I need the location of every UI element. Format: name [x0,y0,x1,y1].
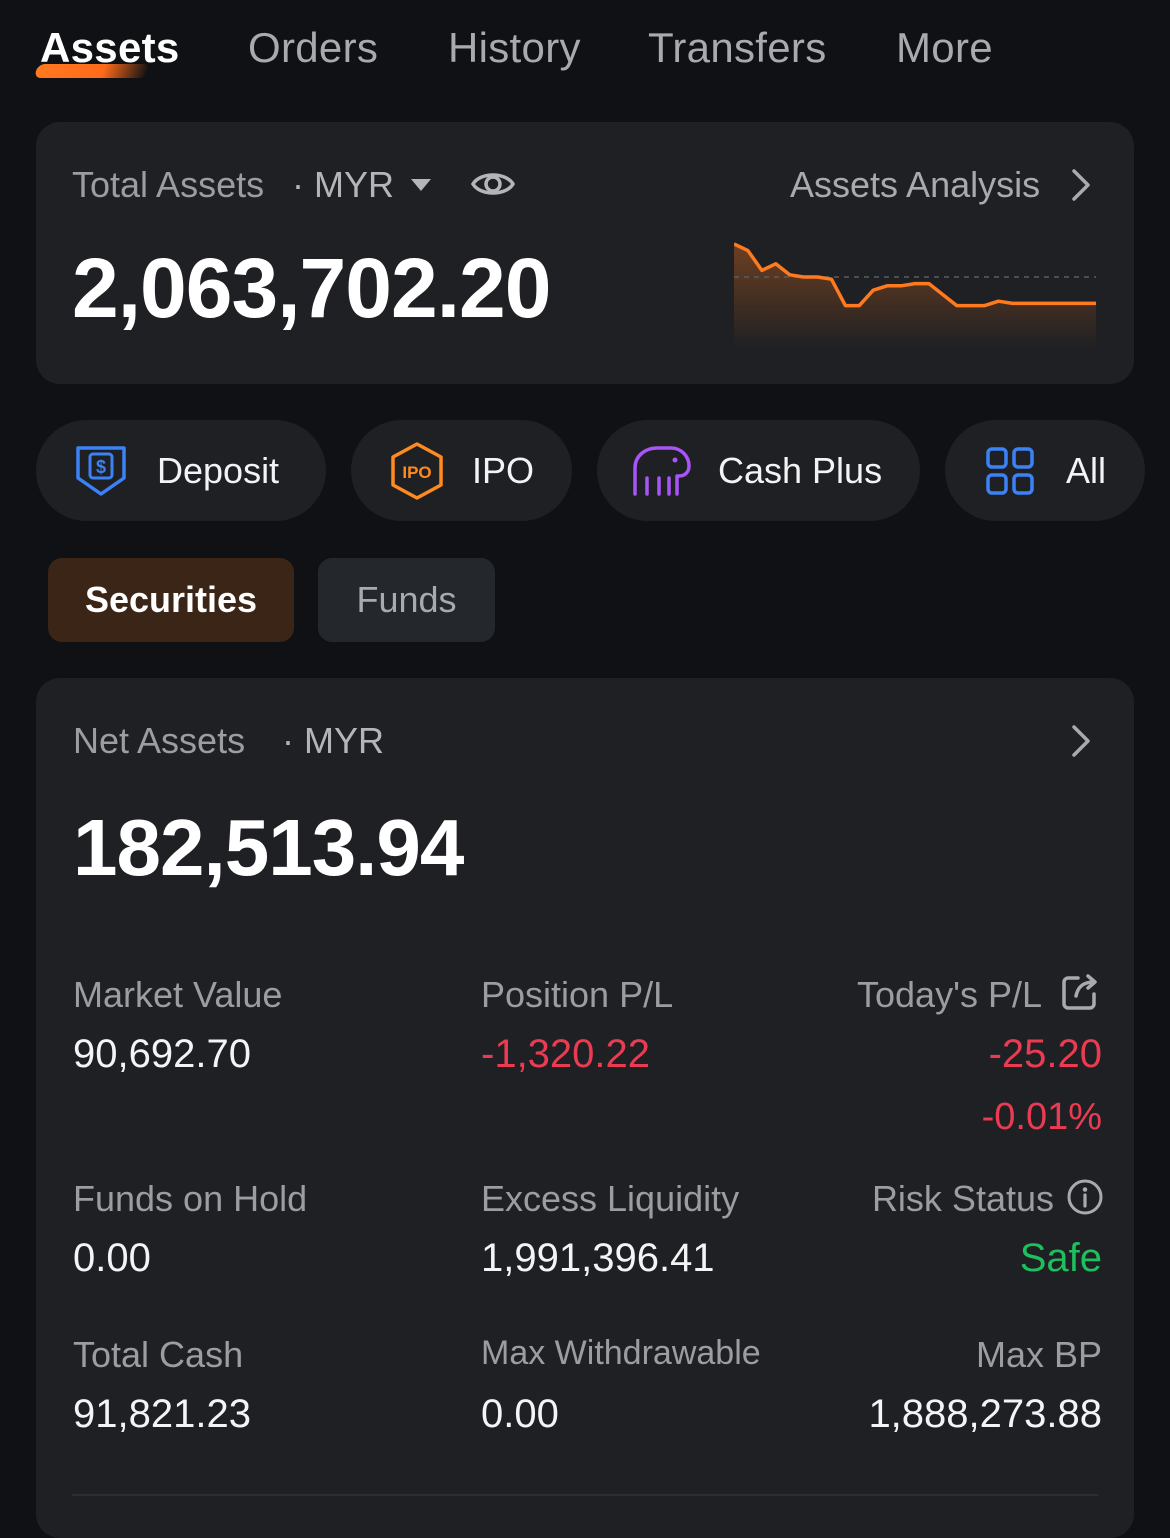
svg-text:IPO: IPO [402,463,431,482]
segment-funds[interactable]: Funds [318,558,495,642]
ipo-label: IPO [472,450,535,491]
svg-text:$: $ [96,457,106,477]
chevron-right-icon[interactable] [1070,168,1092,202]
total-assets-label: Total Assets [72,164,265,205]
total-assets-value: 2,063,702.20 [72,241,551,335]
net-assets-label: Net Assets [73,720,246,761]
max-withdrawable-value: 0.00 [481,1392,559,1436]
total-assets-card: Total Assets · MYR Assets Analysis 2,063… [36,122,1134,384]
market-value-value: 90,692.70 [73,1032,251,1076]
funds-on-hold-label: Funds on Hold [73,1178,308,1219]
cash-plus-label: Cash Plus [718,450,883,491]
risk-status-value: Safe [1019,1236,1102,1280]
funds-on-hold-value: 0.00 [73,1236,151,1280]
sparkline-area [734,244,1096,348]
total-cash-label: Total Cash [73,1334,244,1375]
todays-pl-label: Today's P/L [857,974,1042,1015]
tab-transfers[interactable]: Transfers [648,24,827,72]
cash-plus-button[interactable]: Cash Plus [597,420,920,521]
tab-assets[interactable]: Assets [40,24,180,72]
segment-securities[interactable]: Securities [48,558,294,642]
deposit-button[interactable]: $ Deposit [36,420,326,521]
net-assets-value: 182,513.94 [73,803,464,892]
position-pl-value: -1,320.22 [481,1032,651,1076]
tab-history[interactable]: History [448,24,581,72]
ipo-icon: IPO [391,442,443,500]
caret-down-icon[interactable] [410,178,432,192]
excess-liquidity-label: Excess Liquidity [481,1178,740,1219]
share-icon[interactable] [1060,972,1100,1012]
eye-icon[interactable] [470,164,516,204]
net-assets-chevron-right-icon[interactable] [1070,724,1092,758]
section-divider [72,1494,1098,1496]
todays-pl-value: -25.20 [988,1032,1102,1076]
all-services-button[interactable]: All [945,420,1145,521]
deposit-icon: $ [76,446,126,496]
risk-status-label: Risk Status [871,1178,1054,1219]
max-bp-value: 1,888,273.88 [868,1392,1102,1436]
tab-more[interactable]: More [896,24,993,72]
info-icon[interactable] [1066,1178,1104,1216]
net-assets-card: Net Assets · MYR 182,513.94 Market Value… [36,678,1134,1538]
currency-selector[interactable]: · MYR [292,164,394,206]
tab-orders[interactable]: Orders [248,24,378,72]
deposit-label: Deposit [157,450,280,491]
max-withdrawable-label: Max Withdrawable [481,1334,761,1372]
position-pl-label: Position P/L [481,974,674,1015]
total-cash-value: 91,821.23 [73,1392,251,1436]
todays-pl-percent: -0.01% [981,1096,1102,1138]
max-bp-label: Max BP [975,1334,1102,1375]
all-label: All [1066,450,1107,491]
assets-sparkline-chart[interactable] [734,238,1102,348]
market-value-label: Market Value [73,974,283,1015]
net-assets-currency: · MYR [282,720,384,761]
grid-icon [986,447,1034,495]
excess-liquidity-value: 1,991,396.41 [481,1236,715,1280]
top-tab-bar: Assets Orders History Transfers More [0,0,1170,110]
assets-analysis-link[interactable]: Assets Analysis [790,164,1040,206]
ipo-button[interactable]: IPO IPO [351,420,572,521]
elephant-icon [633,446,691,496]
